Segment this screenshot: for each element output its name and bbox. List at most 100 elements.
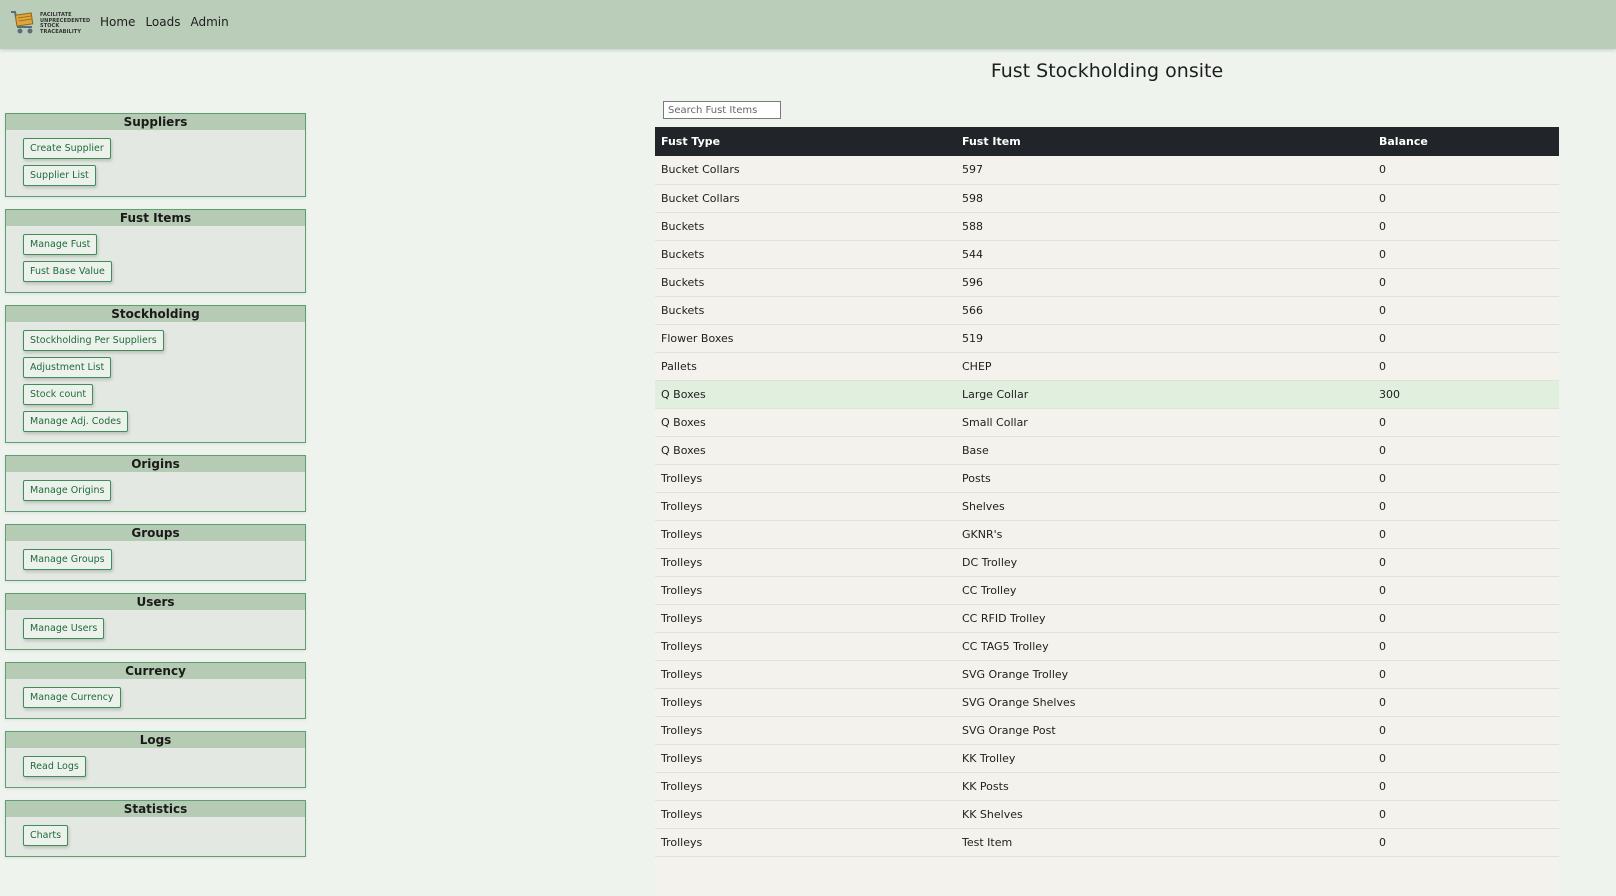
app-logo[interactable]: FACILITATE UNPRECEDENTED STOCK TRACEABILITY <box>8 8 90 40</box>
cell-fust-type: Trolleys <box>661 723 703 737</box>
sidebar-section-body: Read Logs <box>6 748 305 787</box>
table-row[interactable]: Buckets 588 0 <box>655 212 1559 240</box>
cell-fust-type: Q Boxes <box>661 443 706 457</box>
column-header-fust-type[interactable]: Fust Type <box>655 127 956 156</box>
cell-fust-type: Q Boxes <box>661 415 706 429</box>
create-supplier-button[interactable]: Create Supplier <box>23 138 111 159</box>
cell-fust-type: Trolleys <box>661 471 703 485</box>
sidebar-section-fust-items: Fust Items Manage Fust Fust Base Value <box>5 209 306 293</box>
fust-stock-table: Fust Type Fust Item Balance Bucket Colla… <box>655 127 1559 857</box>
sidebar-section-body: Charts <box>6 817 305 856</box>
manage-origins-button[interactable]: Manage Origins <box>23 480 112 501</box>
table-row[interactable]: Bucket Collars 598 0 <box>655 184 1559 212</box>
table-row[interactable]: Trolleys KK Shelves 0 <box>655 800 1559 828</box>
table-row[interactable]: Trolleys KK Posts 0 <box>655 772 1559 800</box>
cell-balance: 0 <box>1379 303 1386 317</box>
nav-link-admin[interactable]: Admin <box>190 15 228 29</box>
table-row[interactable]: Flower Boxes 519 0 <box>655 324 1559 352</box>
manage-users-button[interactable]: Manage Users <box>23 618 105 639</box>
cell-fust-type: Flower Boxes <box>661 331 734 345</box>
stockholding-per-suppliers-button[interactable]: Stockholding Per Suppliers <box>23 330 164 351</box>
table-row[interactable]: Trolleys SVG Orange Trolley 0 <box>655 660 1559 688</box>
cell-fust-item: KK Trolley <box>962 751 1016 765</box>
charts-button[interactable]: Charts <box>23 825 69 846</box>
cell-fust-item: SVG Orange Shelves <box>962 695 1076 709</box>
cell-fust-type: Trolleys <box>661 555 703 569</box>
manage-currency-button[interactable]: Manage Currency <box>23 687 121 708</box>
nav-link-loads[interactable]: Loads <box>145 15 180 29</box>
table-row[interactable]: Trolleys Posts 0 <box>655 464 1559 492</box>
cell-fust-type: Trolleys <box>661 499 703 513</box>
table-row[interactable]: Trolleys DC Trolley 0 <box>655 548 1559 576</box>
cell-balance: 0 <box>1379 499 1386 513</box>
cell-fust-type: Bucket Collars <box>661 191 740 205</box>
column-header-balance[interactable]: Balance <box>1373 127 1559 156</box>
manage-fust-button[interactable]: Manage Fust <box>23 234 98 255</box>
table-row[interactable]: Trolleys KK Trolley 0 <box>655 744 1559 772</box>
table-row[interactable]: Q Boxes Base 0 <box>655 436 1559 464</box>
manage-groups-button[interactable]: Manage Groups <box>23 549 112 570</box>
cell-fust-item: KK Posts <box>962 779 1009 793</box>
cell-fust-item: SVG Orange Post <box>962 723 1056 737</box>
table-row[interactable]: Trolleys GKNR's 0 <box>655 520 1559 548</box>
cell-balance: 0 <box>1379 331 1386 345</box>
cell-balance: 0 <box>1379 359 1386 373</box>
table-row[interactable]: Buckets 566 0 <box>655 296 1559 324</box>
cell-fust-type: Trolleys <box>661 667 703 681</box>
nav-link-home[interactable]: Home <box>100 15 135 29</box>
sidebar-section-title: Users <box>6 594 305 610</box>
table-row[interactable]: Trolleys Test Item 0 <box>655 828 1559 856</box>
table-row[interactable]: Bucket Collars 597 0 <box>655 156 1559 184</box>
sidebar-section-body: Create Supplier Supplier List <box>6 130 305 196</box>
table-row[interactable]: Trolleys SVG Orange Post 0 <box>655 716 1559 744</box>
supplier-list-button[interactable]: Supplier List <box>23 165 96 186</box>
cell-fust-item: CHEP <box>962 359 992 373</box>
cell-fust-item: Small Collar <box>962 415 1028 429</box>
cell-fust-item: Shelves <box>962 499 1005 513</box>
page-title: Fust Stockholding onsite <box>990 60 1224 82</box>
table-row[interactable]: Q Boxes Large Collar 300 <box>655 380 1559 408</box>
sidebar-section-currency: Currency Manage Currency <box>5 662 306 719</box>
cell-fust-item: 597 <box>962 163 983 177</box>
cell-fust-type: Buckets <box>661 247 705 261</box>
cell-fust-item: KK Shelves <box>962 807 1023 821</box>
sidebar-section-body: Manage Groups <box>6 541 305 580</box>
table-row[interactable]: Trolleys Shelves 0 <box>655 492 1559 520</box>
sidebar-section-title: Statistics <box>6 801 305 817</box>
cell-balance: 0 <box>1379 695 1386 709</box>
cell-fust-item: CC RFID Trolley <box>962 611 1046 625</box>
table-row[interactable]: Trolleys SVG Orange Shelves 0 <box>655 688 1559 716</box>
cell-fust-type: Trolleys <box>661 751 703 765</box>
sidebar-section-statistics: Statistics Charts <box>5 800 306 857</box>
sidebar-section-body: Manage Fust Fust Base Value <box>6 226 305 292</box>
table-row[interactable]: Trolleys CC TAG5 Trolley 0 <box>655 632 1559 660</box>
table-row[interactable]: Q Boxes Small Collar 0 <box>655 408 1559 436</box>
logo-text: FACILITATE UNPRECEDENTED STOCK TRACEABILITY <box>40 12 90 35</box>
logo-text-line: TRACEABILITY <box>40 28 82 35</box>
cell-fust-type: Buckets <box>661 303 705 317</box>
cell-fust-item: CC TAG5 Trolley <box>962 639 1049 653</box>
search-fust-items-input[interactable] <box>663 101 781 119</box>
stock-count-button[interactable]: Stock count <box>23 384 94 405</box>
main-nav: Home Loads Admin <box>100 15 229 29</box>
table-row[interactable]: Trolleys CC Trolley 0 <box>655 576 1559 604</box>
cell-balance: 0 <box>1379 835 1386 849</box>
cell-balance: 300 <box>1379 387 1400 401</box>
sidebar-section-body: Manage Currency <box>6 679 305 718</box>
table-row[interactable]: Buckets 596 0 <box>655 268 1559 296</box>
cell-balance: 0 <box>1379 667 1386 681</box>
table-row[interactable]: Pallets CHEP 0 <box>655 352 1559 380</box>
manage-adj-codes-button[interactable]: Manage Adj. Codes <box>23 411 129 432</box>
cell-balance: 0 <box>1379 723 1386 737</box>
column-header-fust-item[interactable]: Fust Item <box>956 127 1373 156</box>
cell-fust-type: Trolleys <box>661 807 703 821</box>
adjustment-list-button[interactable]: Adjustment List <box>23 357 112 378</box>
cell-fust-item: 598 <box>962 191 983 205</box>
admin-sidebar: Suppliers Create Supplier Supplier List Fus… <box>5 113 306 869</box>
cell-fust-item: Test Item <box>962 835 1013 849</box>
table-row[interactable]: Buckets 544 0 <box>655 240 1559 268</box>
cell-fust-item: Large Collar <box>962 387 1029 401</box>
table-row[interactable]: Trolleys CC RFID Trolley 0 <box>655 604 1559 632</box>
fust-base-value-button[interactable]: Fust Base Value <box>23 261 112 282</box>
read-logs-button[interactable]: Read Logs <box>23 756 86 777</box>
